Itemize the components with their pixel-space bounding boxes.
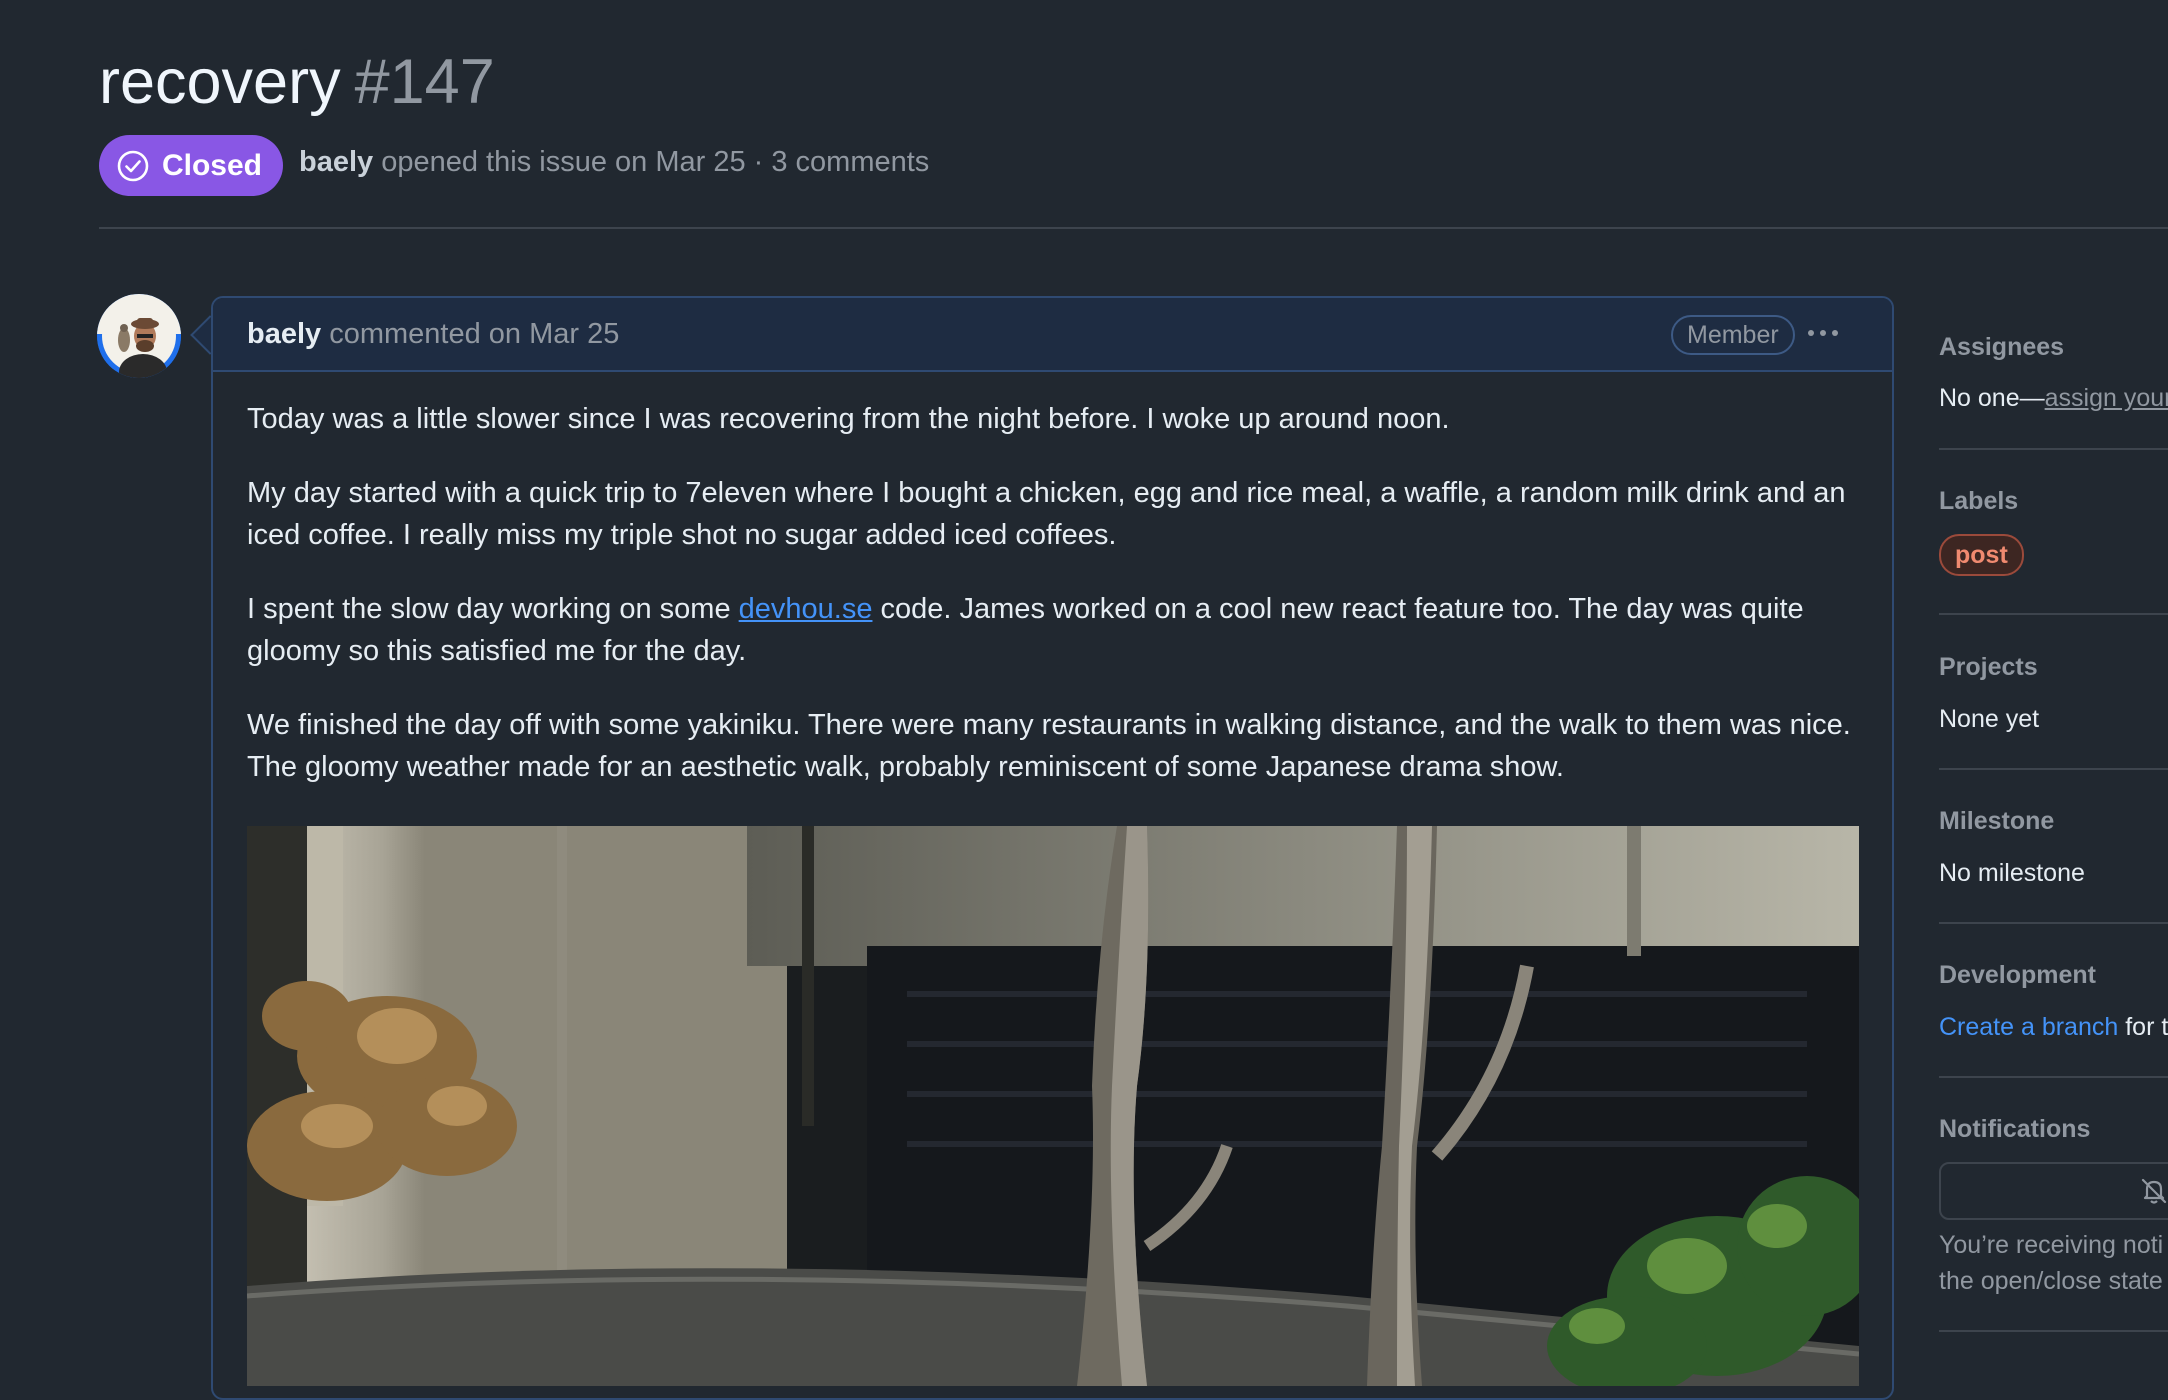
labels-heading[interactable]: Labels <box>1939 487 2018 516</box>
comment-photo[interactable] <box>247 826 1859 1386</box>
comment-paragraph: Today was a little slower since I was re… <box>247 403 1450 435</box>
comment-author-link[interactable]: baely <box>247 318 321 350</box>
photo-image <box>247 826 1859 1386</box>
create-branch-link[interactable]: Create a branch <box>1939 1013 2118 1041</box>
assignees-heading[interactable]: Assignees <box>1939 333 2064 362</box>
comment-timestamp[interactable]: commented on Mar 25 <box>329 318 619 350</box>
comment-paragraph: My day started with a quick trip to 7ele… <box>247 477 1846 551</box>
label-post[interactable]: post <box>1939 534 2024 576</box>
sidebar-divider <box>1939 613 2168 615</box>
development-value: Create a branch for t <box>1939 1013 2168 1042</box>
projects-heading[interactable]: Projects <box>1939 653 2038 682</box>
check-circle-icon <box>117 150 149 181</box>
issue-meta-text: opened this issue on Mar 25 · 3 comments <box>381 146 930 178</box>
comment-paragraph: I spent the slow day working on some dev… <box>247 588 1867 672</box>
issue-title: recovery #147 <box>99 40 495 124</box>
comment-paragraph: We finished the day off with some yakini… <box>247 709 1851 783</box>
notifications-subscribe-button[interactable] <box>1939 1162 2168 1220</box>
comment-body: Today was a little slower since I was re… <box>247 398 1867 820</box>
comment-header: baely commented on Mar 25 Member <box>213 298 1892 372</box>
issue-author-link[interactable]: baely <box>299 146 373 178</box>
avatar[interactable] <box>97 294 181 378</box>
closed-state-badge: Closed <box>99 135 283 196</box>
header-divider <box>99 227 2168 229</box>
sidebar-divider <box>1939 768 2168 770</box>
comment-header-text: baely commented on Mar 25 <box>247 318 619 351</box>
development-heading[interactable]: Development <box>1939 961 2096 990</box>
milestone-heading[interactable]: Milestone <box>1939 807 2054 836</box>
sidebar-divider <box>1939 1076 2168 1078</box>
assign-yourself-link[interactable]: assign your <box>2045 384 2168 412</box>
bell-slash-icon <box>2141 1178 2167 1204</box>
sidebar-divider <box>1939 922 2168 924</box>
issue-meta: baely opened this issue on Mar 25 · 3 co… <box>299 146 929 179</box>
notifications-info-line: You’re receiving noti <box>1939 1231 2164 1259</box>
notifications-heading: Notifications <box>1939 1115 2091 1143</box>
comment-text: I spent the slow day working on some <box>247 593 739 625</box>
comment-box: baely commented on Mar 25 Member Today w… <box>211 296 1894 1400</box>
development-suffix: for t <box>2125 1013 2168 1041</box>
notifications-info-line: the open/close state <box>1939 1267 2163 1295</box>
sidebar-divider <box>1939 448 2168 450</box>
state-label: Closed <box>161 148 263 182</box>
devhouse-link[interactable]: devhou.se <box>739 593 873 625</box>
sidebar-divider <box>1939 1330 2168 1332</box>
issue-title-text: recovery <box>99 47 341 117</box>
issue-number: #147 <box>354 47 495 117</box>
assignees-empty-text: No one— <box>1939 384 2045 412</box>
avatar-image <box>97 294 181 378</box>
milestone-value: No milestone <box>1939 859 2085 887</box>
assignees-value: No one—assign your <box>1939 384 2168 413</box>
member-badge: Member <box>1671 315 1795 355</box>
more-options-icon[interactable] <box>1803 318 1843 348</box>
projects-value: None yet <box>1939 705 2040 733</box>
sidebar: Assignees No one—assign your Labels post… <box>1939 0 2168 1340</box>
